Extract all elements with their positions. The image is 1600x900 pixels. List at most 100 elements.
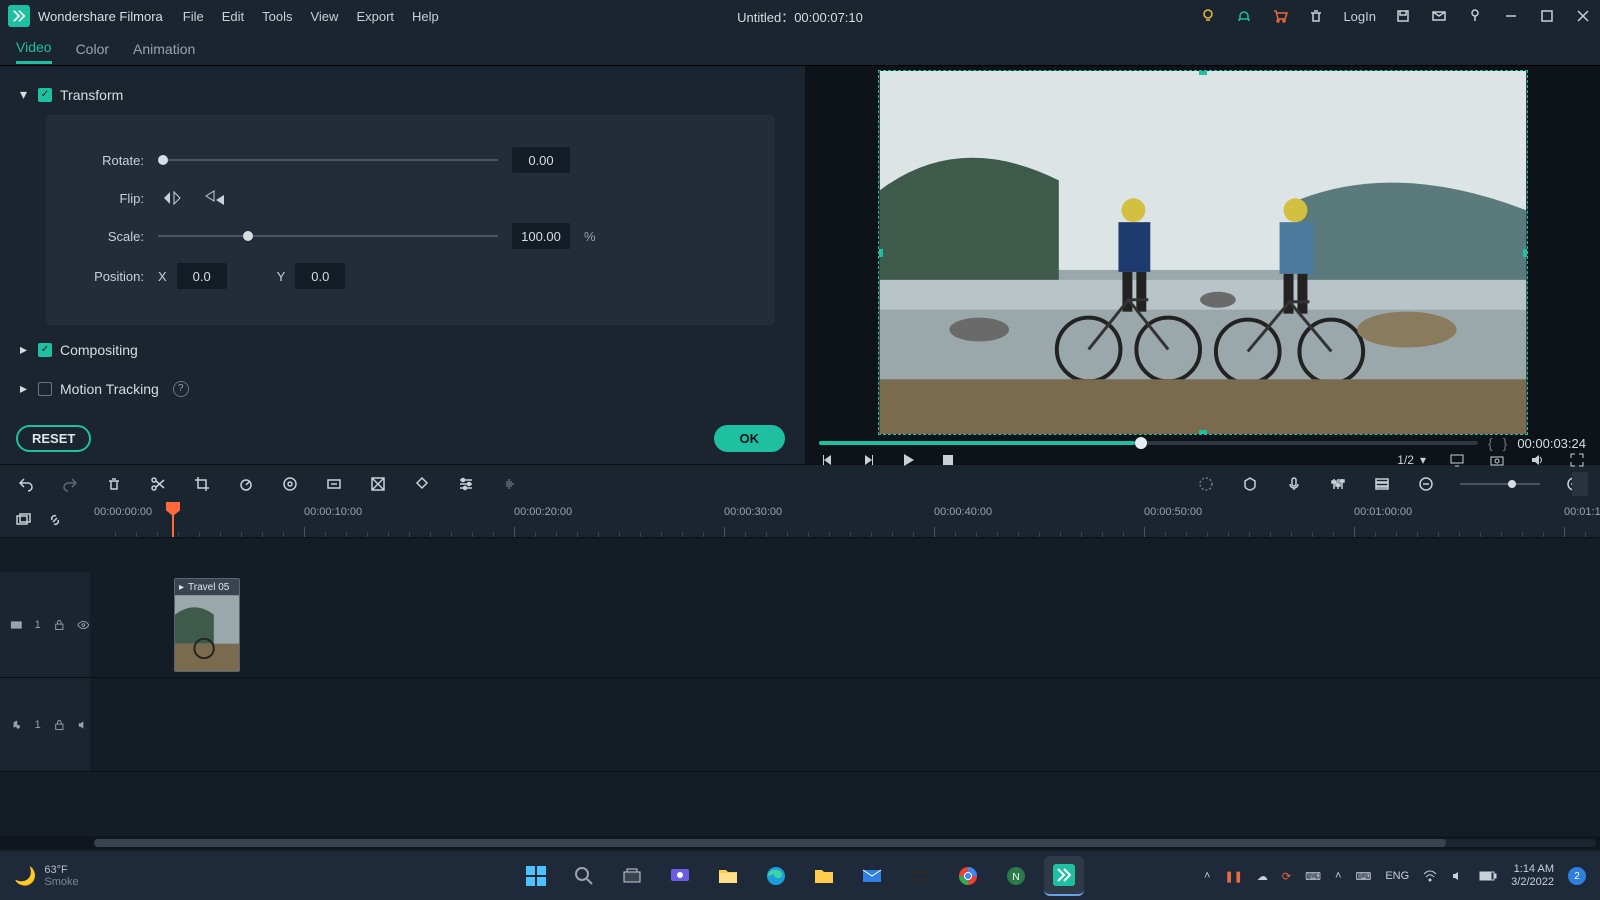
chat-app-icon[interactable] bbox=[660, 856, 700, 896]
rotate-value[interactable]: 0.00 bbox=[512, 147, 570, 173]
start-button[interactable] bbox=[516, 856, 556, 896]
transform-header[interactable]: ▾ ✓ Transform bbox=[20, 80, 775, 109]
compositing-checkbox[interactable]: ✓ bbox=[38, 343, 52, 357]
link-icon[interactable] bbox=[46, 511, 64, 529]
mail-app-icon[interactable] bbox=[852, 856, 892, 896]
maximize-icon[interactable] bbox=[1538, 7, 1556, 25]
language-indicator[interactable]: ENG bbox=[1385, 870, 1409, 882]
zoom-out-icon[interactable] bbox=[1416, 474, 1436, 494]
cart-icon[interactable] bbox=[1271, 7, 1289, 25]
menu-edit[interactable]: Edit bbox=[222, 9, 244, 24]
chrome-icon[interactable] bbox=[948, 856, 988, 896]
keyframe-icon[interactable] bbox=[368, 474, 388, 494]
task-view-button[interactable] bbox=[612, 856, 652, 896]
preview-canvas[interactable] bbox=[878, 70, 1528, 435]
redo-icon[interactable] bbox=[60, 474, 80, 494]
weather-widget[interactable]: 🌙 63°F Smoke bbox=[14, 864, 79, 888]
mark-out-icon[interactable]: } bbox=[1503, 435, 1508, 451]
transform-checkbox[interactable]: ✓ bbox=[38, 88, 52, 102]
menu-view[interactable]: View bbox=[310, 9, 338, 24]
match-media-icon[interactable] bbox=[14, 511, 32, 529]
clock[interactable]: 1:14 AM 3/2/2022 bbox=[1511, 863, 1554, 889]
tab-video[interactable]: Video bbox=[16, 33, 52, 64]
seek-bar[interactable] bbox=[819, 441, 1478, 445]
search-button[interactable] bbox=[564, 856, 604, 896]
play-icon[interactable] bbox=[899, 451, 917, 469]
delete-icon[interactable] bbox=[104, 474, 124, 494]
notification-badge[interactable]: 2 bbox=[1568, 867, 1586, 885]
filmora-taskbar-icon[interactable] bbox=[1044, 856, 1084, 896]
resize-handle[interactable] bbox=[1523, 249, 1528, 257]
mail-icon[interactable] bbox=[1430, 7, 1448, 25]
crop-icon[interactable] bbox=[192, 474, 212, 494]
wifi-icon[interactable] bbox=[1423, 869, 1437, 883]
ok-button[interactable]: OK bbox=[714, 425, 786, 452]
menu-tools[interactable]: Tools bbox=[262, 9, 292, 24]
menu-file[interactable]: File bbox=[183, 9, 204, 24]
help-icon[interactable]: ? bbox=[173, 381, 189, 397]
sync-icon[interactable]: ⟳ bbox=[1282, 870, 1291, 883]
menu-export[interactable]: Export bbox=[356, 9, 394, 24]
color-icon[interactable] bbox=[280, 474, 300, 494]
close-icon[interactable] bbox=[1574, 7, 1592, 25]
zoom-slider[interactable] bbox=[1460, 483, 1540, 485]
motion-tracking-checkbox[interactable] bbox=[38, 382, 52, 396]
prev-frame-icon[interactable] bbox=[819, 451, 837, 469]
preview-quality-select[interactable]: 1/2▾ bbox=[1397, 453, 1426, 467]
keyboard-icon[interactable]: ⌨ bbox=[1305, 870, 1321, 883]
onedrive-iconzt[interactable]: ☁ bbox=[1257, 870, 1268, 883]
lock-icon[interactable] bbox=[53, 718, 66, 732]
tab-animation[interactable]: Animation bbox=[133, 35, 195, 63]
adjust-icon[interactable] bbox=[456, 474, 476, 494]
mark-in-icon[interactable]: { bbox=[1488, 435, 1493, 451]
audio-mixer-icon[interactable] bbox=[1328, 474, 1348, 494]
resize-handle[interactable] bbox=[1199, 430, 1207, 435]
scale-value[interactable]: 100.00 bbox=[512, 223, 570, 249]
lock-icon[interactable] bbox=[53, 618, 66, 632]
flip-horizontal-icon[interactable] bbox=[158, 187, 186, 209]
eye-icon[interactable] bbox=[77, 618, 90, 632]
track-options-icon[interactable] bbox=[1572, 472, 1588, 496]
folder-icon[interactable] bbox=[804, 856, 844, 896]
app-icon[interactable]: N bbox=[996, 856, 1036, 896]
voiceover-icon[interactable] bbox=[1284, 474, 1304, 494]
save-icon[interactable] bbox=[1394, 7, 1412, 25]
snapshot-icon[interactable] bbox=[1488, 451, 1506, 469]
stop-icon[interactable] bbox=[939, 451, 957, 469]
battery-icon[interactable] bbox=[1479, 870, 1497, 882]
tray-chevron-icon[interactable]: ˄ bbox=[1204, 870, 1210, 882]
input-indicator-icon[interactable]: ⌨ bbox=[1355, 870, 1371, 883]
marker-icon[interactable] bbox=[412, 474, 432, 494]
green-screen-icon[interactable] bbox=[324, 474, 344, 494]
edge-icon[interactable] bbox=[756, 856, 796, 896]
video-clip[interactable]: ▸Travel 05 bbox=[174, 578, 240, 672]
speaker-icon[interactable] bbox=[77, 718, 90, 732]
support-icon[interactable] bbox=[1235, 7, 1253, 25]
motion-tracking-header[interactable]: ▸ Motion Tracking ? bbox=[20, 374, 775, 403]
display-mode-icon[interactable] bbox=[1448, 451, 1466, 469]
volume-icon[interactable] bbox=[1451, 869, 1465, 883]
minimize-icon[interactable] bbox=[1502, 7, 1520, 25]
tab-color[interactable]: Color bbox=[76, 35, 109, 63]
timeline-scrollbar[interactable] bbox=[0, 836, 1600, 850]
notification-icon[interactable] bbox=[1466, 7, 1484, 25]
split-icon[interactable] bbox=[148, 474, 168, 494]
login-button[interactable]: LogIn bbox=[1343, 9, 1376, 24]
resize-handle[interactable] bbox=[878, 249, 883, 257]
tips-icon[interactable] bbox=[1199, 7, 1217, 25]
reset-button[interactable]: RESET bbox=[16, 425, 91, 452]
undo-icon[interactable] bbox=[16, 474, 36, 494]
tray-app-icon[interactable]: ❚❚ bbox=[1224, 870, 1242, 883]
trash-icon[interactable] bbox=[1307, 7, 1325, 25]
next-frame-icon[interactable] bbox=[859, 451, 877, 469]
playhead[interactable] bbox=[172, 502, 174, 537]
guide-icon[interactable] bbox=[1240, 474, 1260, 494]
track-manager-icon[interactable] bbox=[1372, 474, 1392, 494]
compositing-header[interactable]: ▸ ✓ Compositing bbox=[20, 335, 775, 364]
rotate-slider[interactable] bbox=[158, 159, 498, 161]
file-explorer-icon[interactable] bbox=[708, 856, 748, 896]
position-x-value[interactable]: 0.0 bbox=[177, 263, 227, 289]
scale-slider[interactable] bbox=[158, 235, 498, 237]
dropbox-icon[interactable] bbox=[900, 856, 940, 896]
mute-icon[interactable] bbox=[1528, 451, 1546, 469]
